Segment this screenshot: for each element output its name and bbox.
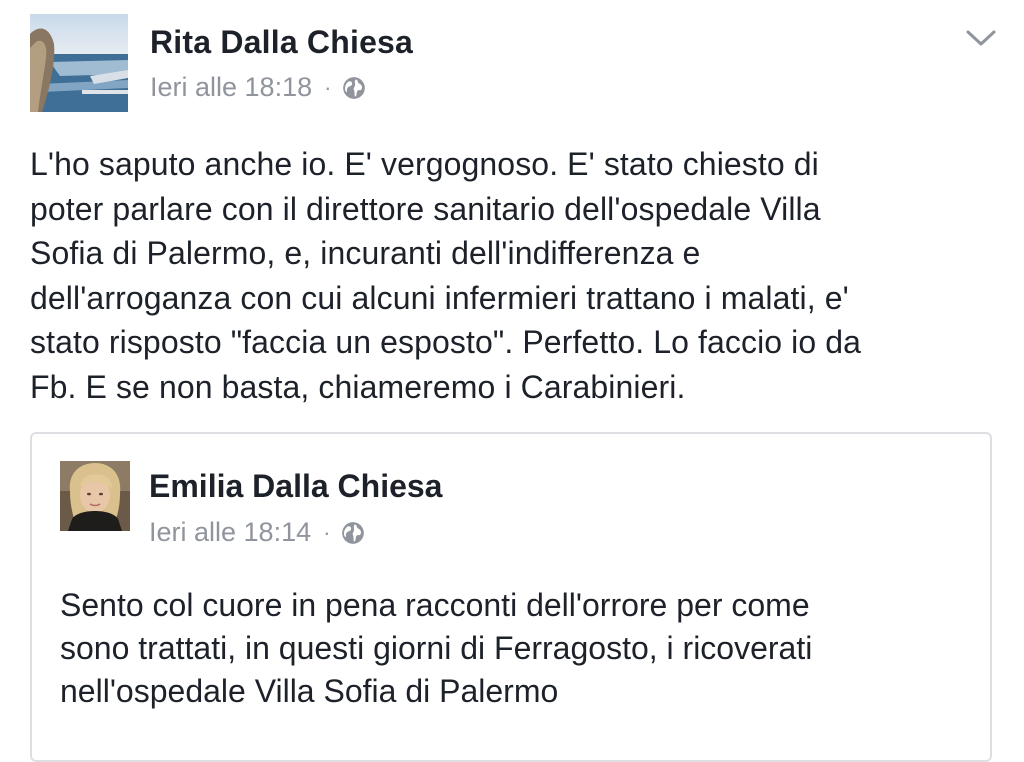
author-name[interactable]: Rita Dalla Chiesa (150, 24, 413, 61)
post-text: L'ho saputo anche io. E' vergognoso. E' … (30, 146, 862, 405)
globe-icon[interactable] (341, 75, 367, 101)
shared-author-avatar[interactable] (60, 461, 130, 531)
shared-post-card[interactable]: Emilia Dalla Chiesa Ieri alle 18:14 · Se… (30, 432, 992, 762)
shared-post-timestamp[interactable]: Ieri alle 18:14 (149, 517, 311, 548)
shared-author-name[interactable]: Emilia Dalla Chiesa (149, 468, 442, 505)
shared-post-text: Sento col cuore in pena racconti dell'or… (60, 587, 813, 709)
shared-meta-separator: · (323, 519, 331, 545)
post-header: Rita Dalla Chiesa Ieri alle 18:18 · (30, 14, 1010, 114)
meta-separator: · (324, 74, 332, 100)
shared-author-avatar-image (60, 461, 130, 531)
author-avatar-image (30, 14, 128, 112)
globe-icon[interactable] (340, 520, 366, 546)
shared-post-meta: Ieri alle 18:14 · (149, 517, 366, 548)
author-avatar[interactable] (30, 14, 128, 112)
chevron-down-icon[interactable] (964, 26, 998, 50)
post-timestamp[interactable]: Ieri alle 18:18 (150, 72, 312, 103)
post-meta: Ieri alle 18:18 · (150, 72, 367, 103)
